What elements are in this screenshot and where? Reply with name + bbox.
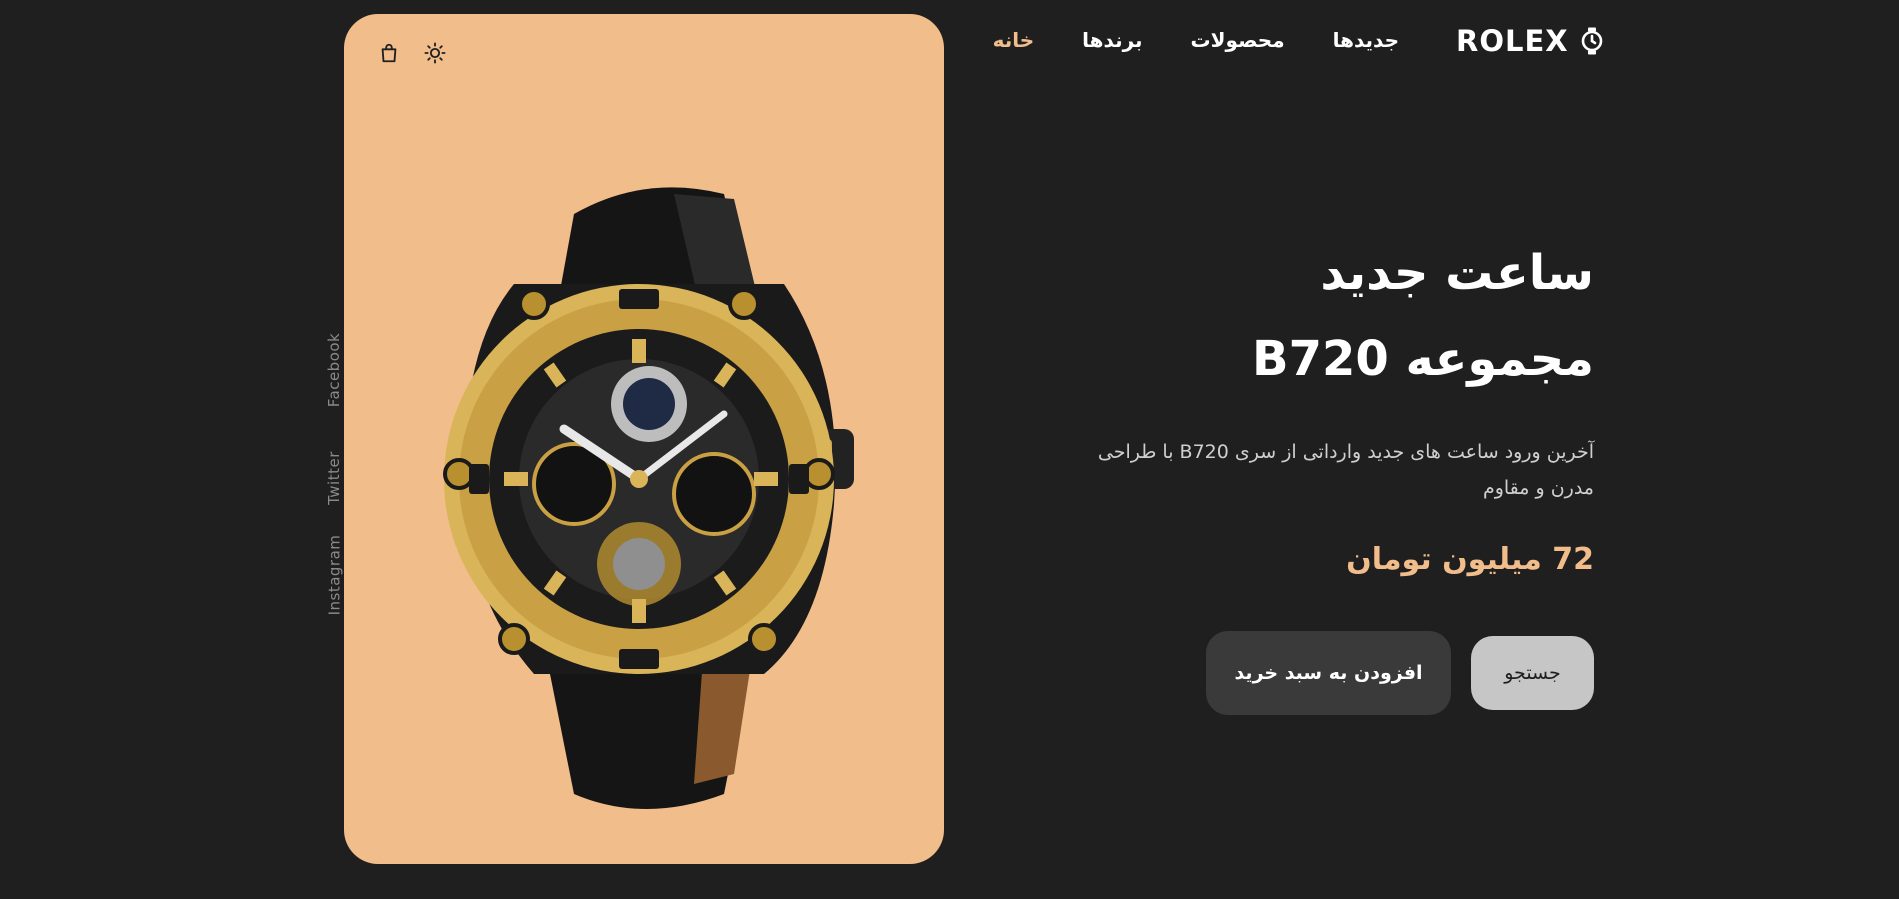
main-nav: خانه برندها محصولات جدیدها	[993, 28, 1399, 52]
social-link-twitter[interactable]: Twitter	[314, 438, 354, 518]
nav-item-new-arrivals[interactable]: جدیدها	[1333, 28, 1399, 52]
nav-item-home[interactable]: خانه	[993, 28, 1035, 52]
hero-section: ساعت جدید مجموعه B720 آخرین ورود ساعت ها…	[1074, 230, 1594, 577]
social-link-twitter-label: Twitter	[325, 451, 343, 505]
nav-item-products[interactable]: محصولات	[1191, 28, 1285, 52]
sun-icon[interactable]	[424, 42, 446, 64]
social-link-facebook[interactable]: Facebook	[314, 330, 354, 410]
hero-title-line-1: ساعت جدید	[1320, 245, 1594, 301]
nav-item-brands[interactable]: برندها	[1082, 28, 1142, 52]
hero-title-line-2: مجموعه B720	[1252, 331, 1594, 387]
search-button[interactable]: جستجو	[1471, 636, 1594, 710]
hero-actions: جستجو افزودن به سبد خرید	[1206, 631, 1594, 715]
card-toolbar	[378, 42, 446, 64]
hero-title: ساعت جدید مجموعه B720	[1074, 230, 1594, 402]
product-price: 72 میلیون تومان	[1346, 542, 1594, 577]
social-link-instagram[interactable]: Instagram	[314, 534, 354, 616]
watch-icon	[1579, 26, 1605, 56]
social-link-instagram-label: Instagram	[325, 534, 343, 616]
social-link-facebook-label: Facebook	[325, 332, 344, 408]
brand-logo[interactable]: ROLEX	[1456, 24, 1605, 58]
watch-product-image	[443, 187, 854, 809]
brand-name: ROLEX	[1456, 24, 1569, 58]
social-links: Facebook Twitter Instagram	[314, 330, 354, 620]
hero-description: آخرین ورود ساعت های جدید وارداتی از سری …	[1097, 441, 1594, 499]
add-to-cart-button[interactable]: افزودن به سبد خرید	[1206, 631, 1451, 715]
shopping-bag-icon[interactable]	[378, 42, 400, 64]
product-image-card	[344, 14, 944, 864]
